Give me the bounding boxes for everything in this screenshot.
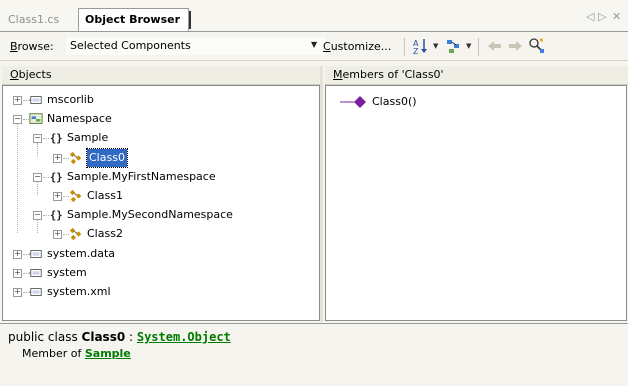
- collapse-icon[interactable]: −: [33, 211, 42, 221]
- tree-guide-line: [37, 143, 38, 157]
- tree-item-class1[interactable]: + Class1: [3, 187, 313, 205]
- tree-item-sample[interactable]: −{} Sample: [3, 129, 313, 147]
- member-of-line: Member of Sample: [22, 347, 131, 360]
- svg-text:{}: {}: [50, 133, 63, 145]
- project-icon: [29, 113, 43, 124]
- tree-item-label: Sample.MySecondNamespace: [67, 208, 233, 222]
- svg-text:Z: Z: [413, 47, 419, 55]
- collapse-icon[interactable]: −: [33, 172, 42, 182]
- namespace-icon: {}: [50, 171, 63, 183]
- svg-text:{}: {}: [50, 171, 63, 183]
- tree-item-label: system: [47, 265, 87, 279]
- tree-item-label: mscorlib: [47, 93, 94, 106]
- browse-label: Browse:: [10, 40, 54, 53]
- document-tab-strip: Class1.cs Object Browser ◁ ▷ ✕: [0, 0, 628, 34]
- namespace-icon: {}: [50, 210, 63, 222]
- member-label: Class0(): [372, 95, 417, 108]
- go-back-icon[interactable]: [486, 37, 504, 55]
- class-icon: [69, 228, 82, 241]
- namespace-icon: {}: [50, 133, 63, 145]
- tab-strip-divider: [0, 31, 628, 32]
- assembly-icon: [29, 288, 42, 296]
- tab-object-browser[interactable]: Object Browser: [78, 8, 192, 31]
- base-type-link[interactable]: System.Object: [137, 330, 231, 344]
- scroll-tabs-left-icon[interactable]: ◁: [586, 10, 594, 23]
- toolbar-separator: [478, 38, 479, 56]
- svg-text:{}: {}: [50, 210, 63, 222]
- tree-item-namespace[interactable]: − Namespace: [3, 110, 313, 128]
- tab-class1-cs[interactable]: Class1.cs: [8, 9, 59, 30]
- tree-item-sample-myfirstnamespace[interactable]: −{} Sample.MyFirstNamespace: [3, 168, 313, 186]
- expand-icon[interactable]: +: [13, 288, 22, 297]
- tree-item-label: system.data: [47, 246, 116, 260]
- chevron-down-icon[interactable]: ▼: [311, 40, 317, 49]
- tree-item-label: Class0: [86, 147, 128, 168]
- tree-item-label: Class1: [87, 189, 123, 202]
- tree-item-system-data[interactable]: + system.data: [3, 245, 313, 263]
- toolbar-separator: [404, 38, 405, 56]
- tree-item-class0[interactable]: + Class0: [3, 147, 313, 168]
- tree-guide-line: [37, 220, 38, 234]
- tree-item-sample-mysecondnamespace[interactable]: −{} Sample.MySecondNamespace: [3, 206, 313, 224]
- tree-item-system[interactable]: + system: [3, 264, 313, 282]
- pane-splitter[interactable]: [320, 66, 323, 322]
- class-icon: [69, 189, 82, 203]
- class-name: Class0: [81, 330, 126, 344]
- description-pane: public class Class0 : System.Object Memb…: [0, 323, 628, 386]
- members-pane-header: Members of 'Class0': [325, 66, 628, 85]
- sort-dropdown-icon[interactable]: ▼: [433, 42, 438, 50]
- expand-icon[interactable]: +: [13, 249, 22, 259]
- scroll-tabs-right-icon[interactable]: ▷: [598, 10, 606, 23]
- tree-item-system-xml[interactable]: + system.xml: [3, 283, 313, 301]
- go-forward-icon[interactable]: [506, 37, 524, 55]
- declaration-line: public class Class0 : System.Object: [8, 330, 231, 344]
- expand-icon[interactable]: +: [13, 96, 22, 105]
- member-of-link[interactable]: Sample: [85, 347, 131, 360]
- sort-icon[interactable]: A Z: [412, 37, 430, 55]
- expand-icon[interactable]: +: [13, 268, 22, 278]
- method-icon: [340, 96, 366, 108]
- group-icon[interactable]: [445, 37, 463, 55]
- customize-button[interactable]: Customize...: [323, 40, 391, 53]
- assembly-icon: [29, 96, 42, 104]
- collapse-icon[interactable]: −: [33, 134, 42, 144]
- close-tab-icon[interactable]: ✕: [612, 10, 621, 23]
- find-symbol-icon[interactable]: [528, 37, 546, 55]
- assembly-icon: [29, 249, 42, 258]
- tree-item-label: Sample.MyFirstNamespace: [67, 169, 216, 183]
- expand-icon[interactable]: +: [53, 153, 62, 163]
- assembly-icon: [29, 268, 42, 277]
- objects-pane-header: Objects: [2, 66, 320, 85]
- tree-item-mscorlib[interactable]: + mscorlib: [3, 91, 313, 109]
- browse-scope-dropdown[interactable]: Selected Components: [66, 37, 326, 55]
- tree-guide-line: [17, 124, 18, 234]
- tree-item-label: system.xml: [47, 285, 111, 298]
- class-icon: [69, 151, 82, 164]
- tree-item-class2[interactable]: + Class2: [3, 225, 313, 243]
- object-browser-toolbar: Browse: Selected Components ▼ Customize.…: [0, 33, 628, 61]
- members-list[interactable]: Class0(): [325, 85, 627, 321]
- group-dropdown-icon[interactable]: ▼: [466, 42, 471, 50]
- expand-icon[interactable]: +: [53, 192, 62, 201]
- expand-icon[interactable]: +: [53, 230, 62, 240]
- objects-tree[interactable]: + mscorlib − Namespace −{} Sample + Class0−{} Sa…: [2, 85, 320, 321]
- tree-item-label: Sample: [67, 131, 109, 145]
- tree-item-label: Class2: [87, 227, 123, 241]
- collapse-icon[interactable]: −: [13, 115, 22, 125]
- tree-guide-line: [37, 181, 38, 195]
- tree-item-label: Namespace: [47, 112, 112, 126]
